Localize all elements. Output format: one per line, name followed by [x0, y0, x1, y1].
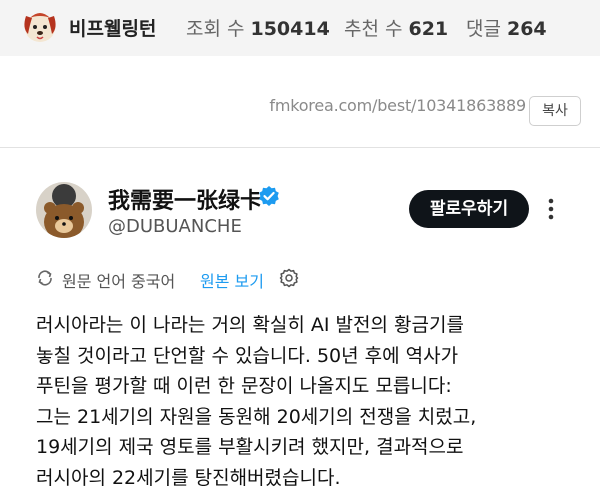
verified-badge-icon [258, 185, 280, 207]
display-name[interactable]: 我需要一张绿卡 [108, 183, 262, 215]
tweet-line: 그는 21세기의 자원을 동원해 20세기의 전쟁을 치렀고, [36, 405, 477, 428]
author-name[interactable]: 비프웰링턴 [69, 14, 156, 41]
user-handle[interactable]: @DUBUANCHE [108, 216, 242, 237]
show-original-link[interactable]: 원본 보기 [200, 268, 264, 292]
url-row: fmkorea.com/best/10341863889 [0, 88, 600, 128]
tweet-line: 19세기의 제국 영토를 부활시키려 했지만, 결과적으로 [36, 436, 464, 458]
views-value: 150414 [250, 18, 330, 40]
divider [0, 147, 600, 148]
gear-icon[interactable] [279, 268, 299, 288]
more-vertical-icon[interactable] [548, 198, 554, 220]
tweet-line: 푸틴을 평가할 때 이런 한 문장이 나올지도 모릅니다: [36, 375, 452, 397]
comments-label: 댓글 [466, 18, 501, 40]
views-label: 조회 수 [186, 18, 245, 40]
post-url[interactable]: fmkorea.com/best/10341863889 [269, 96, 526, 115]
follow-button[interactable]: 팔로우하기 [409, 190, 529, 228]
recommend-label: 추천 수 [344, 18, 403, 40]
tweet-line: 러시아의 22세기를 탕진해버렸습니다. [36, 466, 341, 489]
recommend-stat: 추천 수 621 [344, 14, 448, 41]
translation-notice: 원문 언어 중국어 [62, 272, 176, 291]
views-stat: 조회 수 150414 [186, 14, 330, 41]
post-header: 비프웰링턴 조회 수 150414 추천 수 621 댓글 264 [0, 0, 600, 56]
comments-value: 264 [506, 18, 547, 40]
tweet-text: 러시아라는 이 나라는 거의 확실히 AI 발전의 황금기를 놓칠 것이라고 단… [36, 310, 596, 493]
tweet-line: 러시아라는 이 나라는 거의 확실히 AI 발전의 황금기를 [36, 314, 464, 336]
tweet-line: 놓칠 것이라고 단언할 수 있습니다. 50년 후에 역사가 [36, 344, 459, 367]
copy-url-button[interactable]: 복사 [529, 96, 581, 126]
comments-stat: 댓글 264 [466, 14, 547, 41]
recommend-value: 621 [408, 18, 449, 40]
puppy-avatar-icon[interactable] [20, 6, 60, 46]
translate-icon [36, 269, 54, 287]
tweet-avatar[interactable] [36, 182, 92, 238]
